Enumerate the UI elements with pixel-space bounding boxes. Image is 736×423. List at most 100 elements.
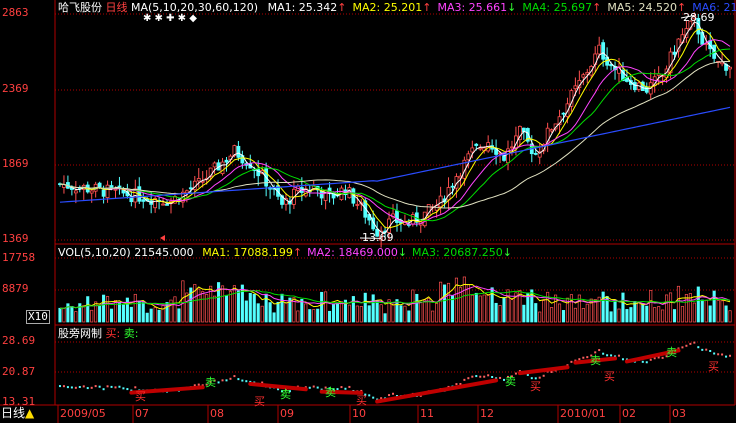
volume-bar — [502, 297, 506, 323]
volume-bar — [431, 310, 435, 323]
volume-bar — [304, 303, 308, 323]
volume-bar — [657, 306, 661, 323]
signal-dot — [606, 354, 609, 357]
vol-y-tick-top: 17758 — [2, 251, 36, 264]
signal-header: 股旁网制 买: 卖: — [58, 327, 138, 340]
volume-bar — [300, 298, 304, 323]
volume-bar — [728, 310, 732, 323]
volume-bar — [712, 290, 716, 323]
trend-arrow-icon: ↑ — [422, 1, 432, 14]
buy-signal-2: 买 — [254, 395, 265, 408]
volume-bar — [668, 292, 673, 323]
volume-bar — [312, 309, 316, 323]
signal-dot — [542, 374, 545, 377]
signal-dot — [499, 376, 502, 379]
volume-bar — [653, 307, 657, 323]
signal-dot — [90, 386, 93, 389]
signal-dot — [118, 385, 121, 388]
volume-bar — [98, 305, 102, 323]
signal-dot — [66, 386, 69, 389]
volume-bar — [696, 286, 700, 323]
volume-bar — [94, 301, 98, 323]
date-label-7: 2010/01 — [560, 407, 606, 420]
volume-bar — [185, 292, 189, 323]
volume-bar — [716, 300, 720, 323]
volume-bar — [684, 294, 688, 323]
price-y-tick-3: 1869 — [2, 157, 29, 170]
trend-segment-1 — [248, 381, 308, 392]
signal-dot — [102, 388, 105, 391]
signal-dot — [245, 380, 248, 383]
signal-dot — [62, 385, 65, 388]
signal-dot — [578, 358, 581, 361]
candle-body — [601, 42, 606, 60]
volume-bar — [601, 291, 605, 323]
signal-dot — [74, 386, 77, 389]
volume-bar — [113, 300, 118, 323]
volume-bar — [557, 303, 562, 323]
volume-bar — [649, 290, 653, 323]
volume-bar — [720, 300, 724, 323]
volume-bar — [276, 301, 280, 323]
volume-bar — [470, 294, 474, 323]
candle-body — [438, 195, 443, 208]
signal-dot — [725, 355, 728, 358]
signal-dot — [225, 379, 228, 382]
signal-dot — [98, 385, 101, 388]
volume-bar — [228, 291, 233, 323]
signal-dot — [483, 375, 486, 378]
volume-bar — [550, 307, 554, 323]
candle-body — [549, 129, 554, 132]
period-button[interactable]: 日线▲ — [1, 407, 34, 419]
candle-body — [161, 203, 165, 206]
chart-canvas[interactable]: 买卖买卖 卖买卖 买卖买卖买 — [0, 0, 736, 423]
ma-readout-2: MA2: 25.201↑ — [352, 1, 432, 14]
volume-bar — [435, 302, 439, 323]
signal-dot — [681, 346, 684, 349]
date-label-6: 12 — [480, 407, 494, 420]
signal-dot — [598, 349, 601, 352]
volume-bar — [637, 301, 641, 323]
signal-dot — [388, 394, 391, 397]
signal-dot — [538, 376, 541, 379]
volume-bar — [280, 293, 284, 323]
volume-bar — [102, 294, 106, 323]
signal-dot — [368, 394, 371, 397]
volume-bar — [629, 307, 633, 323]
volume-bar — [244, 300, 248, 323]
volume-bar — [581, 307, 585, 323]
volume-bar — [692, 302, 696, 323]
volume-bar — [320, 291, 324, 323]
vol-ma-readout-3: MA3: 20687.250↓ — [412, 246, 512, 259]
volume-bar — [498, 305, 502, 323]
candle-body — [728, 66, 732, 70]
candle-body — [73, 190, 78, 194]
ma6-line — [59, 106, 731, 203]
stock-chart-window[interactable]: 买卖买卖卖买卖买卖买卖买 哈飞股份 日线 MA(5,10,20,30,60,12… — [0, 0, 736, 423]
trend-arrow-icon: ↑ — [292, 246, 303, 259]
candle-body — [109, 185, 114, 188]
signal-dot — [721, 353, 724, 356]
volume-bar — [74, 311, 78, 323]
candle-body — [720, 61, 724, 65]
volume-bar — [526, 292, 530, 323]
signal-dot — [122, 387, 125, 390]
candle-body — [105, 184, 110, 199]
volume-bar — [181, 280, 185, 323]
volume-bar — [58, 307, 62, 323]
low-price-label: 13.69 — [362, 231, 394, 244]
volume-bar — [137, 300, 141, 323]
date-label-4: 10 — [352, 407, 366, 420]
sell-signal-4: 卖 — [325, 386, 336, 399]
signal-dot — [336, 388, 339, 391]
trend-arrow-icon: ↑ — [337, 1, 347, 14]
candle-body — [236, 145, 241, 158]
trend-segment-4 — [517, 365, 570, 376]
trend-arrow-icon: ↓ — [502, 246, 512, 259]
triangle-up-icon: ▲ — [25, 406, 35, 420]
signal-dot — [491, 375, 494, 378]
candle-body — [450, 185, 455, 188]
volume-bar — [232, 285, 236, 323]
signal-dot — [697, 346, 700, 349]
trend-arrow-icon: ↓ — [507, 1, 517, 14]
